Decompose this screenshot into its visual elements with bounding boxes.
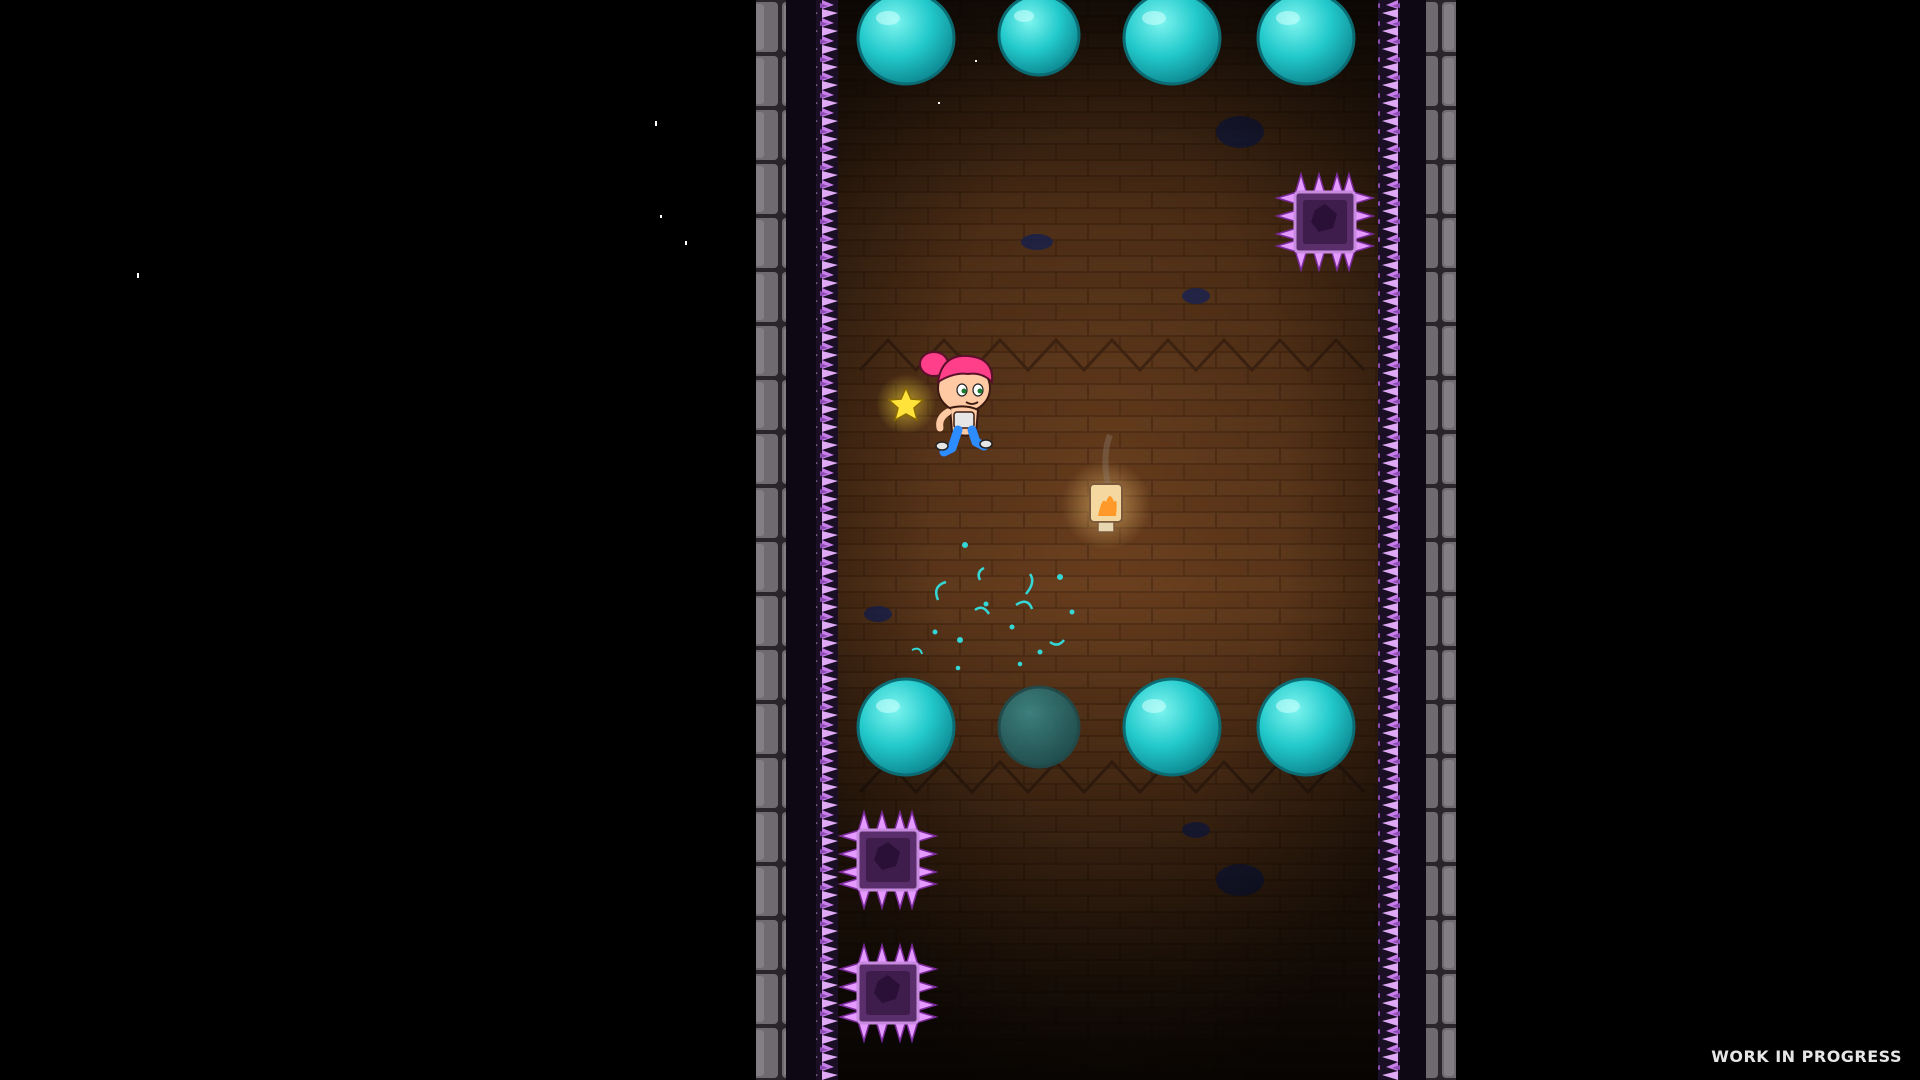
- game-viewport[interactable]: WORK IN PROGRESS: [0, 0, 1920, 1080]
- bubble[interactable]: [1122, 0, 1222, 86]
- bubble[interactable]: [856, 0, 956, 86]
- bubble[interactable]: [1256, 677, 1356, 777]
- bubble[interactable]: [1256, 0, 1356, 86]
- bubble[interactable]: [856, 677, 956, 777]
- bubble-popped[interactable]: [997, 685, 1081, 769]
- right-wall: [1378, 0, 1456, 1080]
- work-in-progress-watermark: WORK IN PROGRESS: [1711, 1047, 1902, 1066]
- left-wall: [756, 0, 838, 1080]
- bubble[interactable]: [997, 0, 1081, 77]
- star-companion: [876, 374, 936, 434]
- bubble[interactable]: [1122, 677, 1222, 777]
